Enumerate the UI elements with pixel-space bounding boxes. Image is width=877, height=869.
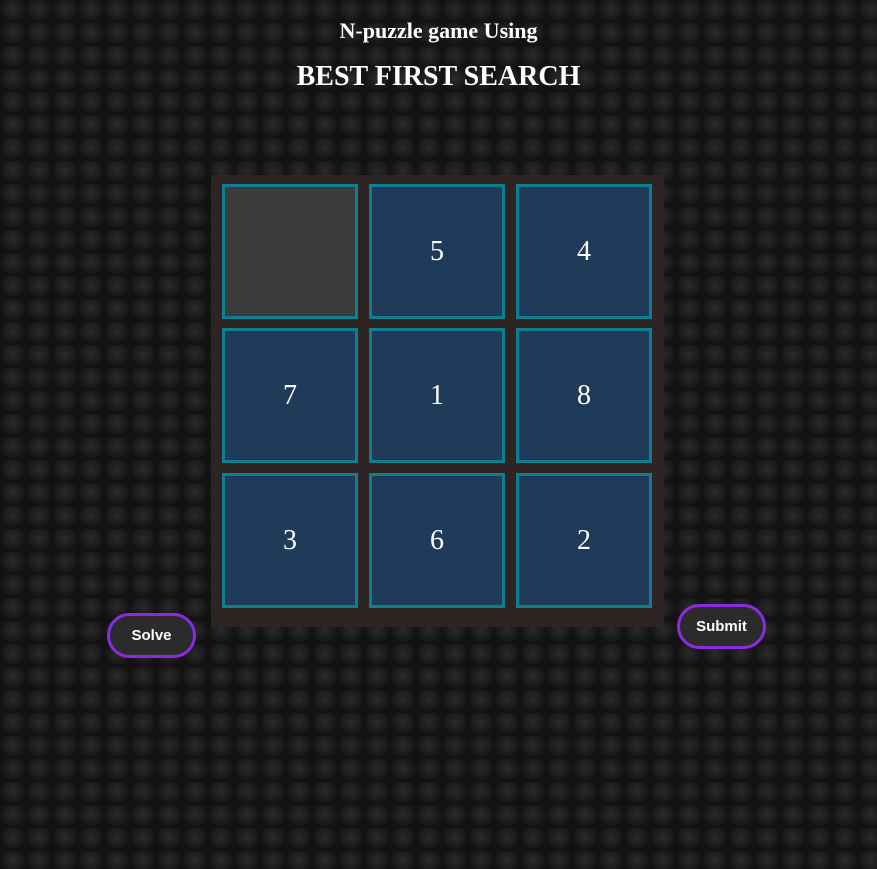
puzzle-tile[interactable]: 4 <box>516 184 652 319</box>
puzzle-tile[interactable]: 8 <box>516 328 652 463</box>
solve-button[interactable]: Solve <box>107 613 196 658</box>
puzzle-tile[interactable]: 6 <box>369 473 505 608</box>
puzzle-tile[interactable]: 3 <box>222 473 358 608</box>
puzzle-tile[interactable]: 1 <box>369 328 505 463</box>
submit-button[interactable]: Submit <box>677 604 766 649</box>
page-subtitle: N-puzzle game Using <box>339 18 538 43</box>
puzzle-tile[interactable]: 2 <box>516 473 652 608</box>
puzzle-board: 5 4 7 1 8 3 6 2 <box>211 175 664 627</box>
puzzle-tile[interactable]: 5 <box>369 184 505 319</box>
page-title: BEST FIRST SEARCH <box>296 61 581 92</box>
puzzle-tile[interactable]: 7 <box>222 328 358 463</box>
puzzle-tile-empty[interactable] <box>222 184 358 319</box>
